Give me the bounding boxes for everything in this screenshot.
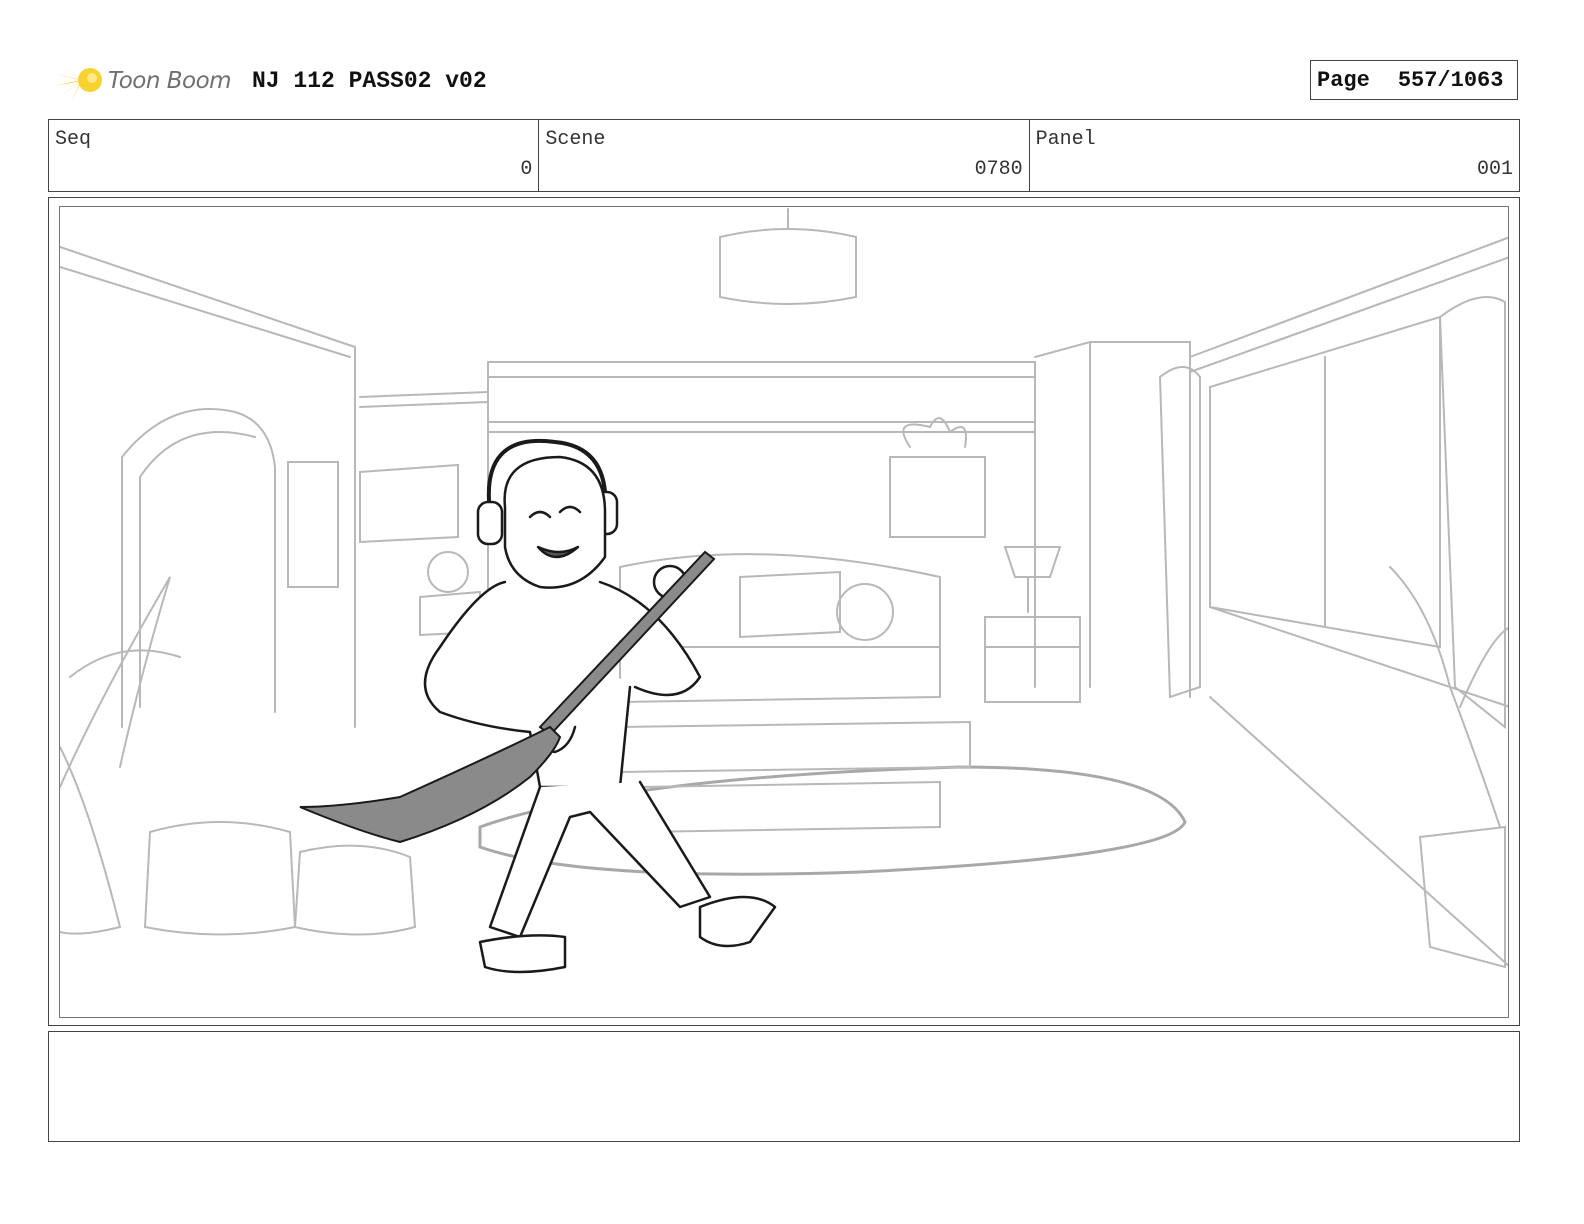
character-head xyxy=(503,455,607,589)
room-background xyxy=(60,208,1508,969)
archway xyxy=(121,408,276,728)
footstool-right xyxy=(293,844,417,936)
storyboard-panel-drawing xyxy=(59,206,1509,1018)
coffee-table xyxy=(619,720,971,774)
character-with-broom xyxy=(423,438,777,974)
curtain-right xyxy=(1438,296,1506,730)
panel-notes-box xyxy=(48,1031,1520,1142)
page-indicator: Page 557/1063 xyxy=(1310,60,1518,100)
wall-frame-landscape xyxy=(359,463,459,544)
logo-wordmark: Toon Boom xyxy=(108,68,232,94)
ceiling-lamp xyxy=(719,228,857,305)
shoe-right xyxy=(698,895,777,948)
character-legs xyxy=(488,780,712,939)
nightstand xyxy=(984,616,1081,703)
scene-cell: Scene 0780 xyxy=(539,120,1030,191)
seq-cell: Seq 0 xyxy=(49,120,540,191)
wall-frame-right xyxy=(889,456,986,538)
seq-value: 0 xyxy=(520,158,533,181)
scene-label: Scene xyxy=(545,128,606,151)
potted-plant-left xyxy=(60,576,171,788)
starburst-icon xyxy=(54,56,102,104)
scene-info-row: Seq 0 Scene 0780 Panel 001 xyxy=(48,119,1520,192)
panel-label: Panel xyxy=(1035,128,1096,151)
living-room-sketch xyxy=(60,208,1508,974)
curtain-left xyxy=(1158,366,1201,699)
footstool-left xyxy=(143,821,297,936)
panel-cell: Panel 001 xyxy=(1030,120,1519,191)
table-lamp xyxy=(1003,546,1062,578)
storyboard-panel-frame xyxy=(48,197,1520,1026)
seq-label: Seq xyxy=(55,128,92,151)
scene-value: 0780 xyxy=(974,158,1023,181)
broom-bristles xyxy=(299,725,562,844)
document-title: NJ 112 PASS02 v02 xyxy=(252,68,487,94)
panel-value: 001 xyxy=(1476,158,1513,181)
storyboard-header: Toon Boom NJ 112 PASS02 v02 Page 557/106… xyxy=(48,50,1538,110)
shoe-left xyxy=(478,934,567,974)
wall-frame-left xyxy=(287,461,339,588)
toon-boom-logo: Toon Boom xyxy=(52,54,242,106)
page-label: Page xyxy=(1317,67,1370,93)
page-number: 557/1063 xyxy=(1397,67,1504,93)
potted-plant-right xyxy=(1389,566,1501,828)
